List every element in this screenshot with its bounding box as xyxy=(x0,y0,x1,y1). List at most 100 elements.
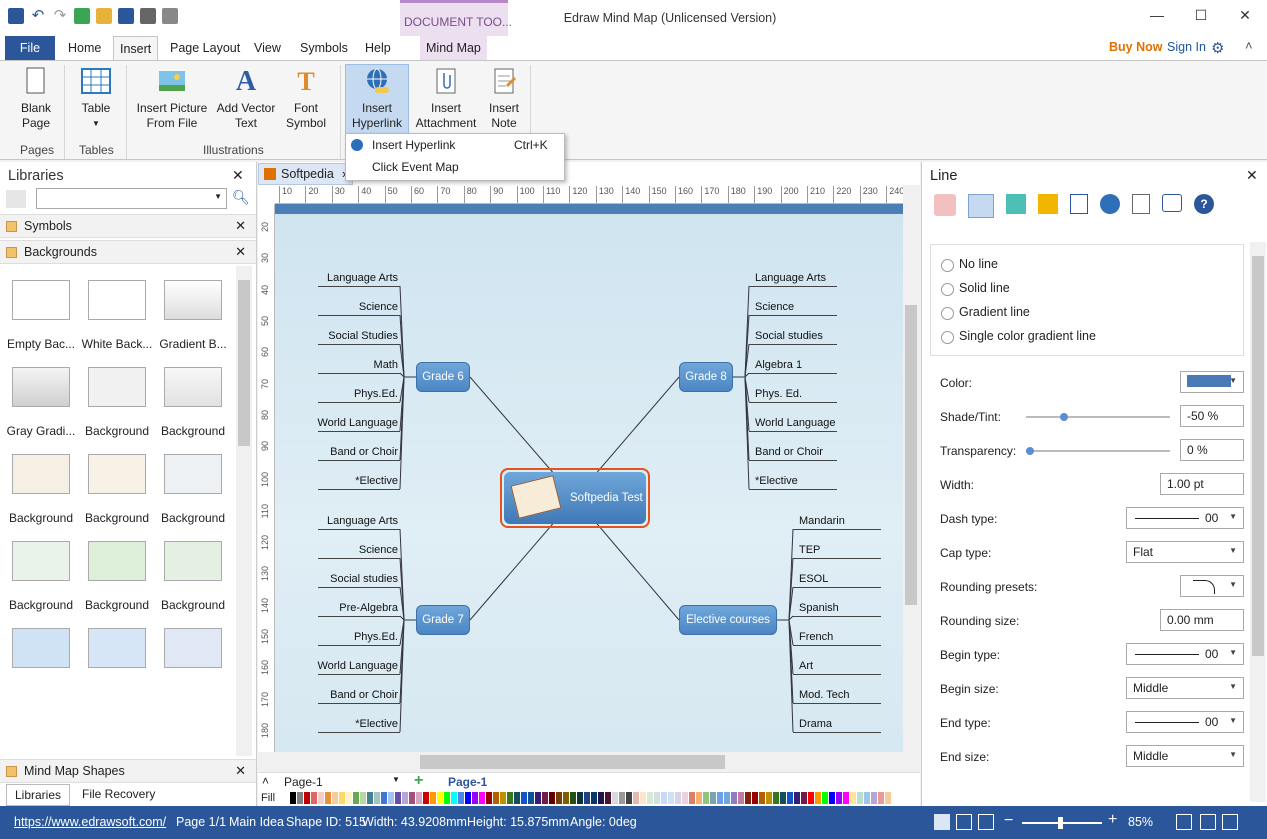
line-panel-scrollbar[interactable] xyxy=(1250,242,1266,802)
palette-color-swatch[interactable] xyxy=(367,792,374,804)
begin-type-select[interactable]: 00 ▼ xyxy=(1126,643,1244,665)
zoom-in-icon[interactable]: + xyxy=(1108,811,1117,829)
background-thumbnail[interactable] xyxy=(164,541,222,581)
palette-color-swatch[interactable] xyxy=(395,792,402,804)
subtopic-elective[interactable]: Art xyxy=(799,660,813,672)
app-icon[interactable] xyxy=(8,8,24,24)
shadow-icon[interactable] xyxy=(1006,194,1026,214)
palette-color-swatch[interactable] xyxy=(822,792,829,804)
palette-color-swatch[interactable] xyxy=(640,792,647,804)
palette-color-swatch[interactable] xyxy=(374,792,381,804)
tab-file[interactable]: File xyxy=(5,36,55,60)
background-thumbnail[interactable] xyxy=(88,541,146,581)
radio-gradient-line[interactable]: Gradient line xyxy=(941,305,1030,320)
background-thumbnail[interactable] xyxy=(88,367,146,407)
tab-insert[interactable]: Insert xyxy=(113,36,159,60)
palette-color-swatch[interactable] xyxy=(668,792,675,804)
background-thumbnail[interactable] xyxy=(12,367,70,407)
fit-page-icon[interactable] xyxy=(956,814,972,830)
library-search-input[interactable]: ▼ xyxy=(36,188,227,209)
end-type-select[interactable]: 00 ▼ xyxy=(1126,711,1244,733)
section-backgrounds[interactable]: Backgrounds ✕ xyxy=(0,240,256,264)
background-thumbnail[interactable] xyxy=(12,280,70,320)
palette-color-swatch[interactable] xyxy=(472,792,479,804)
subtopic-grade8[interactable]: *Elective xyxy=(755,475,798,487)
export-icon[interactable] xyxy=(162,8,178,24)
save-icon[interactable] xyxy=(118,8,134,24)
palette-color-swatch[interactable] xyxy=(724,792,731,804)
begin-size-select[interactable]: Middle ▼ xyxy=(1126,677,1244,699)
radio-solid-line[interactable]: Solid line xyxy=(941,281,1010,296)
subtopic-grade8[interactable]: Phys. Ed. xyxy=(755,388,802,400)
main-topic-grade6[interactable]: Grade 6 xyxy=(416,362,470,392)
palette-color-swatch[interactable] xyxy=(766,792,773,804)
zoom-slider[interactable] xyxy=(1022,817,1102,829)
tab-view[interactable]: View xyxy=(248,36,287,60)
background-thumbnail[interactable] xyxy=(88,454,146,494)
palette-color-swatch[interactable] xyxy=(458,792,465,804)
radio-single-color-gradient[interactable]: Single color gradient line xyxy=(941,329,1096,344)
background-thumbnail[interactable] xyxy=(88,628,146,668)
website-link[interactable]: https://www.edrawsoft.com/ xyxy=(14,815,166,829)
settings-gear-icon[interactable]: ⚙ xyxy=(1211,39,1224,57)
background-thumbnail[interactable] xyxy=(12,628,70,668)
page-dropdown-icon[interactable]: ▼ xyxy=(392,775,400,784)
palette-color-swatch[interactable] xyxy=(577,792,584,804)
subtopic-grade6[interactable]: *Elective xyxy=(355,475,398,487)
subtopic-grade6[interactable]: Language Arts xyxy=(327,272,398,284)
background-thumbnail[interactable] xyxy=(164,454,222,494)
radio-no-line[interactable]: No line xyxy=(941,257,998,272)
palette-color-swatch[interactable] xyxy=(612,792,619,804)
palette-color-swatch[interactable] xyxy=(878,792,885,804)
palette-color-swatch[interactable] xyxy=(360,792,367,804)
subtopic-grade8[interactable]: World Language xyxy=(755,417,836,429)
palette-color-swatch[interactable] xyxy=(773,792,780,804)
width-value-input[interactable]: 1.00 pt xyxy=(1160,473,1244,495)
palette-color-swatch[interactable] xyxy=(528,792,535,804)
palette-color-swatch[interactable] xyxy=(388,792,395,804)
palette-color-swatch[interactable] xyxy=(598,792,605,804)
undo-icon[interactable]: ↶ xyxy=(30,8,46,24)
palette-color-swatch[interactable] xyxy=(591,792,598,804)
palette-color-swatch[interactable] xyxy=(703,792,710,804)
palette-color-swatch[interactable] xyxy=(885,792,892,804)
menu-item-click-event-map[interactable]: Click Event Map xyxy=(346,156,564,178)
subtopic-grade8[interactable]: Algebra 1 xyxy=(755,359,802,371)
palette-color-swatch[interactable] xyxy=(535,792,542,804)
color-picker[interactable]: ▼ xyxy=(1180,371,1244,393)
background-thumbnail[interactable] xyxy=(88,280,146,320)
subtopic-grade6[interactable]: Band or Choir xyxy=(330,446,398,458)
subtopic-grade7[interactable]: Science xyxy=(359,544,398,556)
palette-color-swatch[interactable] xyxy=(451,792,458,804)
palette-color-swatch[interactable] xyxy=(787,792,794,804)
font-symbol-button[interactable]: T Font Symbol xyxy=(282,65,330,131)
zoom-out-icon[interactable]: − xyxy=(1004,812,1013,830)
palette-color-swatch[interactable] xyxy=(626,792,633,804)
tab-home[interactable]: Home xyxy=(62,36,107,60)
palette-color-swatch[interactable] xyxy=(675,792,682,804)
palette-color-swatch[interactable] xyxy=(843,792,850,804)
subtopic-grade6[interactable]: Science xyxy=(359,301,398,313)
zoom-level[interactable]: 85% xyxy=(1128,815,1153,829)
palette-color-swatch[interactable] xyxy=(689,792,696,804)
drawing-page[interactable]: Softpedia Test Grade 6 Language Arts Scienc… xyxy=(275,204,903,752)
palette-color-swatch[interactable] xyxy=(465,792,472,804)
background-thumbnail[interactable] xyxy=(12,541,70,581)
palette-color-swatch[interactable] xyxy=(353,792,360,804)
subtopic-elective[interactable]: ESOL xyxy=(799,573,828,585)
page-up-icon[interactable]: ˄ xyxy=(262,774,269,788)
section-mind-map-shapes[interactable]: Mind Map Shapes ✕ xyxy=(0,759,256,783)
palette-color-swatch[interactable] xyxy=(864,792,871,804)
palette-color-swatch[interactable] xyxy=(570,792,577,804)
fullscreen-icon[interactable] xyxy=(1200,814,1216,830)
palette-color-swatch[interactable] xyxy=(500,792,507,804)
dash-type-select[interactable]: 00 ▼ xyxy=(1126,507,1244,529)
insert-attachment-button[interactable]: Insert Attachment xyxy=(414,65,478,131)
palette-color-swatch[interactable] xyxy=(556,792,563,804)
palette-color-swatch[interactable] xyxy=(584,792,591,804)
palette-color-swatch[interactable] xyxy=(493,792,500,804)
blank-page-button[interactable]: Blank Page xyxy=(14,65,58,131)
subtopic-grade8[interactable]: Science xyxy=(755,301,794,313)
buy-now-link[interactable]: Buy Now xyxy=(1109,40,1162,54)
collapse-ribbon-icon[interactable]: ˄ xyxy=(1245,38,1253,53)
